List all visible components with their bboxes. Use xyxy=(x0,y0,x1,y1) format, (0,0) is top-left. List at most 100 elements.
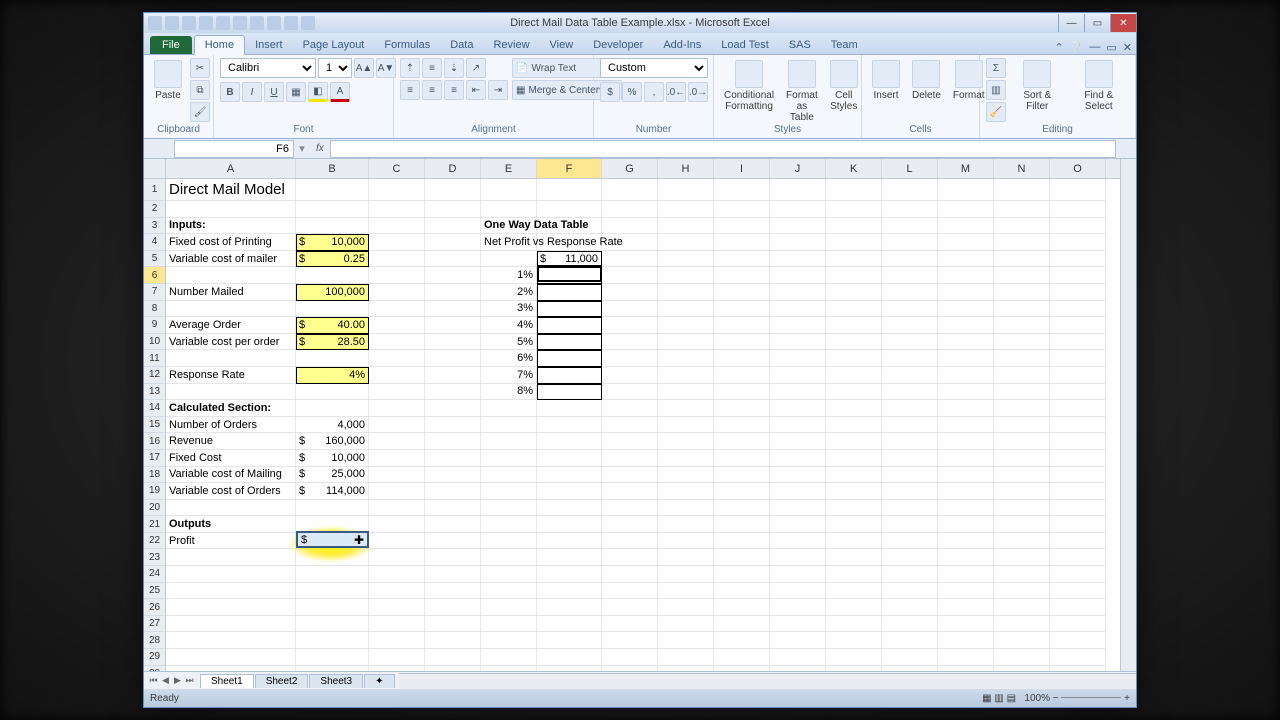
cell-N20[interactable] xyxy=(994,500,1050,517)
cell-B29[interactable] xyxy=(296,649,369,666)
cell-L30[interactable] xyxy=(882,666,938,671)
cell-L2[interactable] xyxy=(882,201,938,218)
cell-K29[interactable] xyxy=(826,649,882,666)
cell-H10[interactable] xyxy=(658,334,714,351)
cell-M19[interactable] xyxy=(938,483,994,500)
row-header-16[interactable]: 16 xyxy=(144,433,165,450)
cell-E12[interactable]: 7% xyxy=(481,367,537,384)
cell-A16[interactable]: Revenue xyxy=(166,433,296,450)
row-header-2[interactable]: 2 xyxy=(144,201,165,218)
cell-F26[interactable] xyxy=(537,599,602,616)
cell-E20[interactable] xyxy=(481,500,537,517)
cell-K26[interactable] xyxy=(826,599,882,616)
cell-H18[interactable] xyxy=(658,467,714,484)
cell-K15[interactable] xyxy=(826,417,882,434)
cell-L20[interactable] xyxy=(882,500,938,517)
cell-F14[interactable] xyxy=(537,400,602,417)
cell-F17[interactable] xyxy=(537,450,602,467)
cell-O30[interactable] xyxy=(1050,666,1106,671)
grow-font-icon[interactable]: A▲ xyxy=(354,58,374,78)
cell-F23[interactable] xyxy=(537,549,602,566)
cell-B13[interactable] xyxy=(296,384,369,401)
cell-G28[interactable] xyxy=(602,632,658,649)
cell-H21[interactable] xyxy=(658,516,714,533)
cell-M15[interactable] xyxy=(938,417,994,434)
cell-H15[interactable] xyxy=(658,417,714,434)
cell-I15[interactable] xyxy=(714,417,770,434)
cell-A25[interactable] xyxy=(166,583,296,600)
cell-C28[interactable] xyxy=(369,632,425,649)
cell-C1[interactable] xyxy=(369,179,425,201)
cell-A9[interactable]: Average Order xyxy=(166,317,296,334)
cell-D18[interactable] xyxy=(425,467,481,484)
cell-I11[interactable] xyxy=(714,350,770,367)
cell-J26[interactable] xyxy=(770,599,826,616)
sheet-tab-2[interactable]: Sheet2 xyxy=(255,674,309,688)
cell-H13[interactable] xyxy=(658,384,714,401)
cell-G16[interactable] xyxy=(602,433,658,450)
row-header-15[interactable]: 15 xyxy=(144,417,165,434)
cell-K12[interactable] xyxy=(826,367,882,384)
cell-H12[interactable] xyxy=(658,367,714,384)
cell-L16[interactable] xyxy=(882,433,938,450)
cell-J2[interactable] xyxy=(770,201,826,218)
cell-N24[interactable] xyxy=(994,566,1050,583)
cell-J20[interactable] xyxy=(770,500,826,517)
row-header-26[interactable]: 26 xyxy=(144,599,165,616)
cell-E19[interactable] xyxy=(481,483,537,500)
cell-E1[interactable] xyxy=(481,179,537,201)
undo-icon[interactable] xyxy=(182,16,196,30)
cell-G24[interactable] xyxy=(602,566,658,583)
cell-B20[interactable] xyxy=(296,500,369,517)
cell-K16[interactable] xyxy=(826,433,882,450)
cell-L13[interactable] xyxy=(882,384,938,401)
cell-B22[interactable] xyxy=(296,533,369,550)
cell-D7[interactable] xyxy=(425,284,481,301)
cell-G5[interactable] xyxy=(602,251,658,268)
col-header-O[interactable]: O xyxy=(1050,159,1106,178)
cell-G22[interactable] xyxy=(602,533,658,550)
cell-F19[interactable] xyxy=(537,483,602,500)
cell-D5[interactable] xyxy=(425,251,481,268)
cell-K10[interactable] xyxy=(826,334,882,351)
cell-I1[interactable] xyxy=(714,179,770,201)
cell-I27[interactable] xyxy=(714,616,770,633)
cell-E24[interactable] xyxy=(481,566,537,583)
align-top-icon[interactable]: ⇡ xyxy=(400,58,420,78)
cell-L23[interactable] xyxy=(882,549,938,566)
cell-M8[interactable] xyxy=(938,301,994,318)
row-header-6[interactable]: 6 xyxy=(144,267,165,284)
cell-G13[interactable] xyxy=(602,384,658,401)
cell-C6[interactable] xyxy=(369,267,425,284)
cell-C25[interactable] xyxy=(369,583,425,600)
cell-N26[interactable] xyxy=(994,599,1050,616)
cut-icon[interactable]: ✂ xyxy=(190,58,210,78)
cell-I10[interactable] xyxy=(714,334,770,351)
cell-K11[interactable] xyxy=(826,350,882,367)
cell-H3[interactable] xyxy=(658,218,714,235)
cell-C29[interactable] xyxy=(369,649,425,666)
increase-decimal-icon[interactable]: .0← xyxy=(666,82,686,102)
cell-O12[interactable] xyxy=(1050,367,1106,384)
cell-L25[interactable] xyxy=(882,583,938,600)
percent-icon[interactable]: % xyxy=(622,82,642,102)
row-header-25[interactable]: 25 xyxy=(144,583,165,600)
cell-C5[interactable] xyxy=(369,251,425,268)
cell-B26[interactable] xyxy=(296,599,369,616)
cell-N25[interactable] xyxy=(994,583,1050,600)
cell-M29[interactable] xyxy=(938,649,994,666)
cell-A13[interactable] xyxy=(166,384,296,401)
cell-A19[interactable]: Variable cost of Orders xyxy=(166,483,296,500)
cell-B17[interactable]: $10,000 xyxy=(296,450,369,467)
currency-icon[interactable]: $ xyxy=(600,82,620,102)
cell-N23[interactable] xyxy=(994,549,1050,566)
cell-H5[interactable] xyxy=(658,251,714,268)
cell-K5[interactable] xyxy=(826,251,882,268)
cell-J23[interactable] xyxy=(770,549,826,566)
cell-E11[interactable]: 6% xyxy=(481,350,537,367)
cell-M11[interactable] xyxy=(938,350,994,367)
cell-B21[interactable] xyxy=(296,516,369,533)
col-header-C[interactable]: C xyxy=(369,159,425,178)
cell-C23[interactable] xyxy=(369,549,425,566)
cell-B10[interactable]: $28.50 xyxy=(296,334,369,351)
